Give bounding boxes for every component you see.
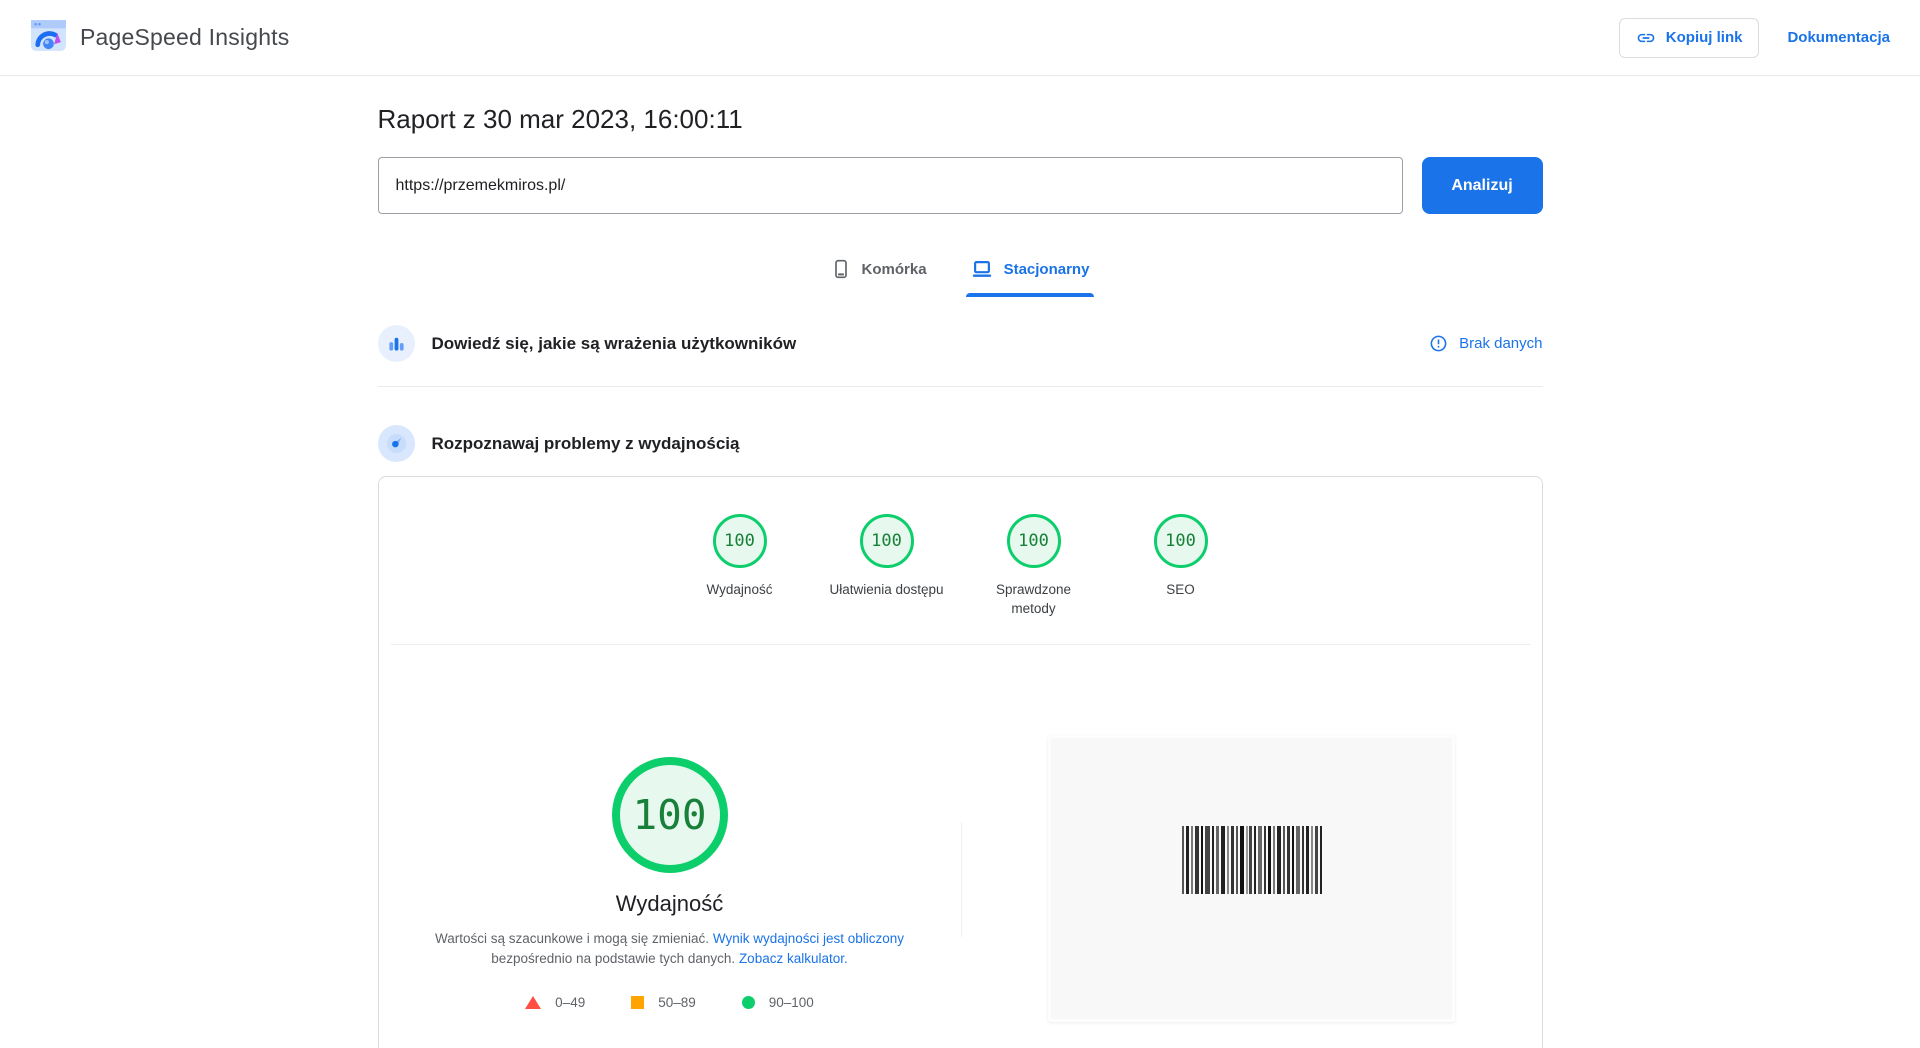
analyze-button[interactable]: Analizuj	[1422, 157, 1543, 214]
score-circle: 100	[860, 514, 914, 568]
legend-range: 90–100	[769, 995, 814, 1010]
score-circle: 100	[1007, 514, 1061, 568]
screenshot-column	[962, 645, 1542, 1022]
documentation-link[interactable]: Dokumentacja	[1787, 29, 1890, 46]
barcode-image	[1181, 826, 1323, 894]
lab-data-title: Rozpoznawaj problemy z wydajnością	[432, 434, 740, 454]
score-circle: 100	[1154, 514, 1208, 568]
score-seo[interactable]: 100 SEO	[1121, 514, 1240, 618]
performance-gauge-column: 100 Wydajność Wartości są szacunkowe i m…	[379, 645, 961, 1010]
score-label: Wydajność	[707, 580, 773, 599]
field-data-title: Dowiedź się, jakie są wrażenia użytkowni…	[432, 334, 797, 354]
score-label: Ułatwienia dostępu	[829, 580, 943, 599]
category-scores-row: 100 Wydajność 100 Ułatwienia dostępu 100…	[379, 477, 1542, 618]
score-accessibility[interactable]: 100 Ułatwienia dostępu	[827, 514, 946, 618]
score-best-practices[interactable]: 100 Sprawdzone metody	[974, 514, 1093, 618]
score-label: SEO	[1166, 580, 1195, 599]
header-actions: Kopiuj link Dokumentacja	[1619, 18, 1890, 58]
report-title: Raport z 30 mar 2023, 16:00:11	[378, 104, 1543, 135]
performance-note: Wartości są szacunkowe i mogą się zmieni…	[434, 929, 906, 969]
tab-underline	[966, 293, 1095, 297]
site-screenshot-thumbnail	[1048, 735, 1455, 1022]
performance-gauge-title: Wydajność	[616, 891, 723, 917]
top-header: PageSpeed Insights Kopiuj link Dokumenta…	[0, 0, 1920, 76]
legend-range: 0–49	[555, 995, 585, 1010]
info-icon	[1429, 334, 1448, 353]
note-text: Wartości są szacunkowe i mogą się zmieni…	[435, 931, 709, 946]
legend-item-average: 50–89	[631, 995, 696, 1010]
pagespeed-logo-icon	[30, 19, 67, 57]
no-data-link[interactable]: Brak danych	[1429, 334, 1542, 353]
legend-item-pass: 90–100	[742, 995, 814, 1010]
url-analyze-row: Analizuj	[378, 157, 1543, 214]
tab-desktop-label: Stacjonarny	[1004, 261, 1090, 278]
green-circle-icon	[742, 996, 755, 1009]
note-text: bezpośrednio na podstawie tych danych.	[491, 951, 735, 966]
field-data-section-header: Dowiedź się, jakie są wrażenia użytkowni…	[378, 325, 1543, 387]
performance-detail-row: 100 Wydajność Wartości są szacunkowe i m…	[379, 645, 1542, 1022]
tab-desktop[interactable]: Stacjonarny	[966, 250, 1095, 297]
field-data-icon	[378, 325, 415, 362]
legend-range: 50–89	[658, 995, 696, 1010]
orange-square-icon	[631, 996, 644, 1009]
performance-gauge[interactable]: 100	[612, 757, 728, 873]
lighthouse-report-card: 100 Wydajność 100 Ułatwienia dostępu 100…	[378, 476, 1543, 1048]
score-label: Sprawdzone metody	[974, 580, 1093, 618]
score-calculation-link[interactable]: Wynik wydajności jest obliczony	[713, 931, 904, 946]
score-circle: 100	[713, 514, 767, 568]
copy-link-button[interactable]: Kopiuj link	[1619, 18, 1760, 58]
link-icon	[1636, 28, 1656, 48]
app-title: PageSpeed Insights	[80, 24, 289, 51]
smartphone-icon	[831, 258, 851, 280]
score-performance[interactable]: 100 Wydajność	[680, 514, 799, 618]
url-input[interactable]	[378, 157, 1403, 214]
lab-data-icon	[378, 425, 415, 462]
see-calculator-link[interactable]: Zobacz kalkulator.	[739, 951, 848, 966]
laptop-icon	[971, 258, 993, 280]
no-data-label: Brak danych	[1459, 335, 1542, 352]
legend-item-fail: 0–49	[525, 995, 585, 1010]
red-triangle-icon	[525, 996, 541, 1009]
score-range-legend: 0–49 50–89 90–100	[525, 995, 814, 1010]
copy-link-label: Kopiuj link	[1666, 29, 1743, 46]
main-content: Raport z 30 mar 2023, 16:00:11 Analizuj …	[378, 104, 1543, 1048]
device-tabs: Komórka Stacjonarny	[378, 250, 1543, 297]
pagespeed-home-link[interactable]: PageSpeed Insights	[30, 19, 289, 57]
tab-mobile[interactable]: Komórka	[826, 250, 932, 297]
lab-data-section-header: Rozpoznawaj problemy z wydajnością	[378, 425, 1543, 462]
tab-mobile-label: Komórka	[862, 261, 927, 278]
